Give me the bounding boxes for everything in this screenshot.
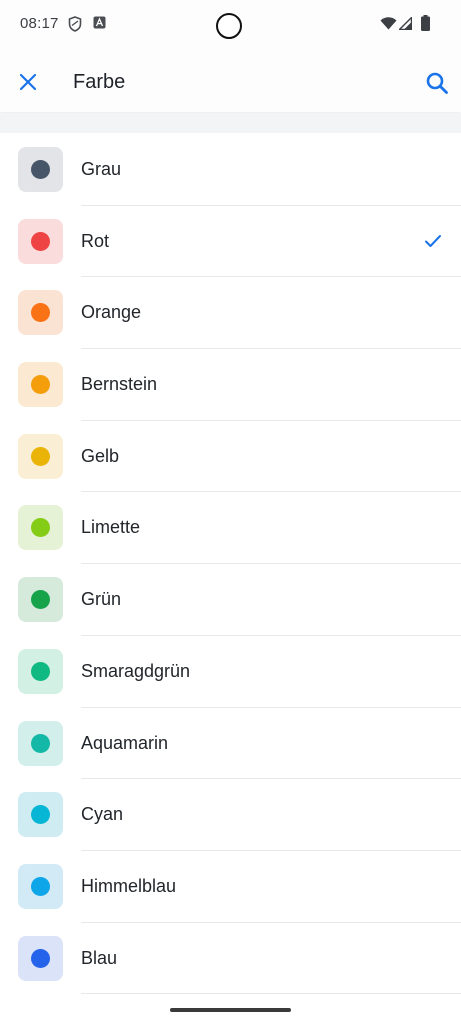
color-swatch — [18, 290, 63, 336]
color-option-rot[interactable]: Rot — [0, 206, 461, 278]
color-dot — [31, 661, 50, 681]
color-swatch — [18, 577, 63, 623]
home-indicator[interactable] — [170, 1008, 291, 1012]
color-option-blau[interactable]: Blau — [0, 923, 461, 995]
color-dot — [31, 590, 50, 610]
color-dot — [31, 160, 50, 179]
color-label: Orange — [81, 302, 142, 323]
color-dot — [31, 948, 50, 968]
color-label: Himmelblau — [81, 875, 177, 896]
status-bar: 08:17 — [0, 0, 461, 52]
list-header-band — [0, 113, 461, 133]
color-dot — [31, 733, 50, 753]
color-label: Aquamarin — [81, 732, 169, 753]
close-button[interactable] — [10, 64, 46, 100]
search-icon — [426, 72, 448, 94]
color-option-orange[interactable]: Orange — [0, 277, 461, 350]
color-option-limette[interactable]: Limette — [0, 492, 461, 565]
color-swatch — [18, 792, 63, 838]
color-swatch — [18, 362, 63, 408]
notification-a-icon — [93, 16, 106, 29]
color-label: Bernstein — [81, 374, 158, 395]
signal-icon — [399, 17, 412, 30]
color-dot — [31, 805, 50, 825]
color-swatch — [18, 935, 63, 981]
color-swatch — [18, 218, 63, 264]
color-label: Rot — [81, 230, 110, 251]
color-label: Grün — [81, 589, 122, 610]
color-label: Gelb — [81, 445, 120, 466]
status-time: 08:17 — [20, 15, 59, 32]
color-dot — [31, 446, 50, 466]
color-list: Grau Rot Orange Bernstein Gelb Limette G… — [0, 134, 461, 995]
color-option-aquamarin[interactable]: Aquamarin — [0, 708, 461, 780]
camera-cutout — [216, 13, 242, 39]
shield-icon — [68, 16, 82, 32]
color-dot — [31, 303, 50, 323]
color-swatch — [18, 863, 63, 909]
color-dot — [31, 375, 50, 395]
color-option-grau[interactable]: Grau — [0, 134, 461, 206]
color-label: Limette — [81, 517, 141, 538]
color-label: Blau — [81, 947, 118, 968]
color-label: Grau — [81, 159, 122, 179]
color-option-bernstein[interactable]: Bernstein — [0, 349, 461, 421]
color-swatch — [18, 648, 63, 694]
page-title: Farbe — [73, 71, 126, 93]
color-option-himmelblau[interactable]: Himmelblau — [0, 851, 461, 923]
color-swatch — [18, 433, 63, 479]
color-label: Cyan — [81, 804, 124, 825]
color-dot — [31, 518, 50, 538]
color-swatch — [18, 720, 63, 766]
close-icon — [19, 73, 37, 91]
wifi-icon — [380, 17, 397, 30]
color-dot — [31, 876, 50, 896]
color-label: Smaragdgrün — [81, 660, 191, 681]
color-swatch — [18, 147, 63, 192]
color-option-grün[interactable]: Grün — [0, 564, 461, 636]
color-dot — [31, 231, 50, 251]
color-option-cyan[interactable]: Cyan — [0, 779, 461, 851]
top-app-bar: Farbe — [0, 52, 461, 112]
color-swatch — [18, 505, 63, 551]
check-icon — [425, 234, 441, 247]
divider — [81, 993, 461, 995]
color-option-smaragdgrün[interactable]: Smaragdgrün — [0, 636, 461, 708]
battery-icon — [421, 15, 430, 31]
color-option-gelb[interactable]: Gelb — [0, 421, 461, 493]
search-button[interactable] — [418, 64, 456, 102]
